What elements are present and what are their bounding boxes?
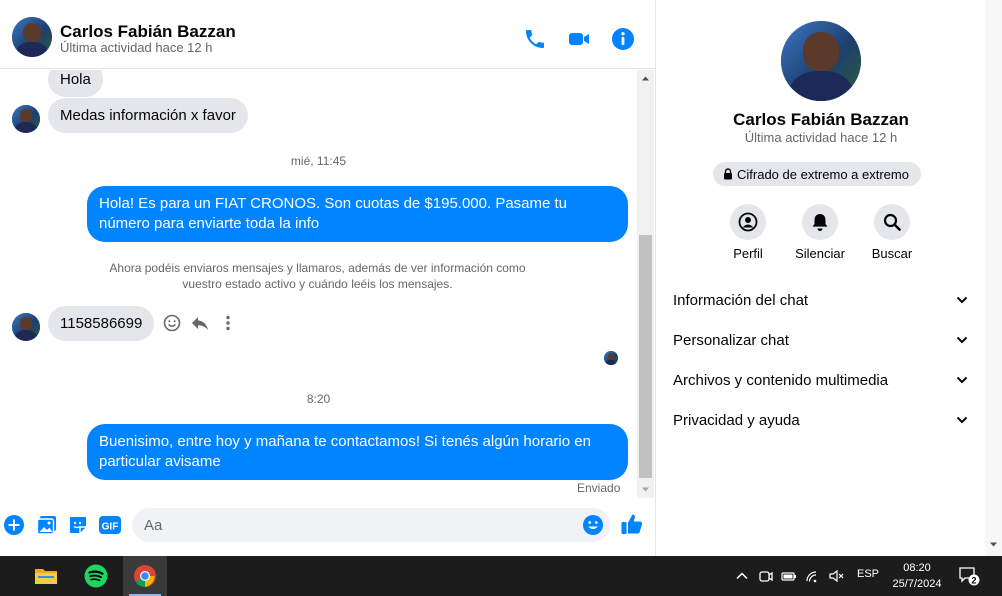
search-icon <box>883 213 901 231</box>
profile-name: Carlos Fabián Bazzan <box>733 110 909 129</box>
search-label: Buscar <box>871 246 913 261</box>
bell-icon <box>811 212 829 232</box>
info-icon[interactable] <box>611 27 635 51</box>
e2e-label: Cifrado de extremo a extremo <box>737 166 909 182</box>
file-explorer-icon[interactable] <box>24 556 68 596</box>
image-icon[interactable] <box>36 514 58 536</box>
clock-date: 25/7/2024 <box>892 578 942 590</box>
chat-header: Carlos Fabián Bazzan Última actividad ha… <box>0 5 655 69</box>
gif-icon[interactable]: GIF <box>98 514 122 536</box>
scroll-up-arrow-icon[interactable] <box>637 70 654 87</box>
profile-icon <box>738 212 758 232</box>
video-icon[interactable] <box>567 27 591 51</box>
notification-count: 2 <box>971 575 976 585</box>
taskbar: ESP 08:20 25/7/2024 2 <box>0 556 1002 596</box>
language-indicator[interactable]: ESP <box>857 568 879 580</box>
incoming-message[interactable]: Hola <box>48 70 103 97</box>
chevron-down-icon <box>955 333 969 347</box>
chevron-down-icon <box>955 413 969 427</box>
chevron-down-icon <box>955 293 969 307</box>
message-timestamp: mié, 11:45 <box>290 154 347 168</box>
composer: GIF <box>0 498 655 556</box>
mute-label: Silenciar <box>795 246 845 261</box>
phone-icon[interactable] <box>523 27 547 51</box>
outgoing-message[interactable]: Buenisimo, entre hoy y mañana te contact… <box>87 424 628 480</box>
sticker-icon[interactable] <box>67 514 89 536</box>
search-button[interactable]: Buscar <box>860 204 924 261</box>
message-timestamp: 8:20 <box>306 392 331 406</box>
wifi-icon[interactable] <box>805 568 821 584</box>
sender-avatar[interactable] <box>12 105 40 133</box>
section-label: Privacidad y ayuda <box>673 411 800 429</box>
battery-icon[interactable] <box>781 568 797 584</box>
scrollbar[interactable] <box>637 70 654 498</box>
section-label: Archivos y contenido multimedia <box>673 371 889 389</box>
section-media-files[interactable]: Archivos y contenido multimedia <box>673 365 969 395</box>
mute-button[interactable]: Silenciar <box>788 204 852 261</box>
chrome-icon[interactable] <box>123 556 167 596</box>
profile-status: Última actividad hace 12 h <box>744 130 898 145</box>
system-notice: Ahora podéis enviaros mensajes y llamaro… <box>109 261 526 291</box>
profile-button[interactable]: Perfil <box>716 204 780 261</box>
section-chat-info[interactable]: Información del chat <box>673 285 969 315</box>
conversation-info-panel: Carlos Fabián Bazzan Última actividad ha… <box>655 0 985 556</box>
outgoing-message[interactable]: Hola! Es para un FIAT CRONOS. Son cuotas… <box>87 186 628 242</box>
e2e-badge[interactable]: Cifrado de extremo a extremo <box>713 162 921 186</box>
meet-now-icon[interactable] <box>758 568 774 584</box>
incoming-message[interactable]: 1158586699 <box>48 306 155 341</box>
scroll-down-arrow-icon[interactable] <box>989 540 998 549</box>
message-list: Hola Medas información x favor mié, 11:4… <box>0 70 637 498</box>
profile-label: Perfil <box>733 246 763 261</box>
section-label: Información del chat <box>673 291 809 309</box>
more-options-icon[interactable] <box>218 313 238 333</box>
chevron-up-icon[interactable] <box>734 568 750 584</box>
contact-avatar[interactable] <box>12 17 52 57</box>
scrollbar-thumb[interactable] <box>639 235 652 478</box>
scroll-down-arrow-icon[interactable] <box>637 481 654 498</box>
react-icon[interactable] <box>162 313 182 333</box>
sent-status: Enviado <box>577 481 621 495</box>
volume-muted-icon[interactable] <box>828 568 844 584</box>
message-input[interactable] <box>132 508 610 542</box>
contact-status: Última actividad hace 12 h <box>60 40 213 55</box>
contact-name[interactable]: Carlos Fabián Bazzan <box>60 22 236 42</box>
sender-avatar[interactable] <box>12 313 40 341</box>
profile-avatar[interactable] <box>781 21 861 101</box>
emoji-icon[interactable] <box>582 514 604 536</box>
like-icon[interactable] <box>620 512 644 536</box>
reply-icon[interactable] <box>190 313 210 333</box>
page-scrollbar[interactable] <box>985 0 1002 556</box>
lock-icon <box>723 168 733 180</box>
notification-icon[interactable]: 2 <box>958 566 980 586</box>
gif-label: GIF <box>102 522 119 533</box>
seen-avatar <box>604 351 618 365</box>
section-privacy-support[interactable]: Privacidad y ayuda <box>673 405 969 435</box>
chevron-down-icon <box>955 373 969 387</box>
clock[interactable]: 08:20 25/7/2024 <box>890 560 944 592</box>
plus-icon[interactable] <box>3 514 25 536</box>
incoming-message[interactable]: Medas información x favor <box>48 98 248 133</box>
spotify-icon[interactable] <box>74 556 118 596</box>
chat-pane: Carlos Fabián Bazzan Última actividad ha… <box>0 0 655 556</box>
section-label: Personalizar chat <box>673 331 789 349</box>
clock-time: 08:20 <box>903 562 931 574</box>
section-customize-chat[interactable]: Personalizar chat <box>673 325 969 355</box>
